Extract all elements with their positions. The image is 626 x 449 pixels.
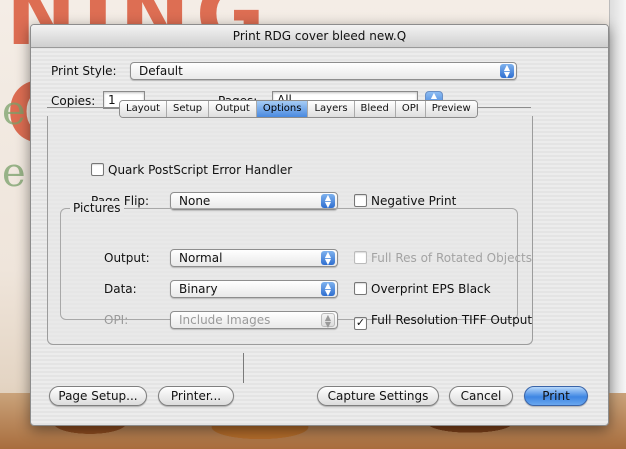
full-res-rotated-label: Full Res of Rotated Objects <box>371 251 533 265</box>
output-value: Normal <box>179 251 223 265</box>
chevron-updown-icon: ▲▼ <box>321 282 335 297</box>
button-separator <box>243 353 244 383</box>
tab-layout[interactable]: Layout <box>120 101 167 117</box>
negative-print-label: Negative Print <box>371 194 457 208</box>
overprint-eps-label: Overprint EPS Black <box>371 282 491 296</box>
data-label: Data: <box>104 282 137 296</box>
dialog-title: Print RDG cover bleed new.Q <box>31 25 608 48</box>
opi-label: OPI: <box>104 313 129 327</box>
background-letter: e <box>2 88 26 134</box>
output-label: Output: <box>104 251 150 265</box>
capture-settings-button[interactable]: Capture Settings <box>317 386 439 406</box>
negative-print-checkbox[interactable]: Negative Print <box>354 194 456 208</box>
tab-bar: Layout Setup Output Options Layers Bleed… <box>119 100 478 118</box>
data-popup[interactable]: Binary ▲ ▼ <box>170 280 338 298</box>
full-res-rotated-checkbox[interactable]: Full Res of Rotated Objects <box>354 251 532 265</box>
opi-value: Include Images <box>179 313 271 327</box>
print-style-popup[interactable]: Default ▲ ▼ <box>130 62 517 80</box>
page-setup-button[interactable]: Page Setup... <box>49 386 147 406</box>
tab-setup[interactable]: Setup <box>167 101 210 117</box>
printer-button[interactable]: Printer... <box>158 386 234 406</box>
chevron-updown-icon: ▲▼ <box>500 64 514 79</box>
cancel-button[interactable]: Cancel <box>449 386 513 406</box>
opi-popup[interactable]: Include Images ▲ ▼ <box>170 311 338 329</box>
print-style-label: Print Style: <box>51 64 117 78</box>
output-popup[interactable]: Normal ▲ ▼ <box>170 249 338 267</box>
checkbox-box <box>91 163 104 176</box>
error-handler-label: Quark PostScript Error Handler <box>108 163 293 177</box>
data-value: Binary <box>179 282 218 296</box>
full-res-tiff-label: Full Resolution TIFF Output <box>371 313 533 327</box>
page-flip-value: None <box>179 194 211 208</box>
chevron-updown-icon: ▲▼ <box>321 313 335 329</box>
tab-preview[interactable]: Preview <box>425 101 477 117</box>
tab-layers[interactable]: Layers <box>308 101 355 117</box>
error-handler-checkbox[interactable]: Quark PostScript Error Handler <box>91 163 292 177</box>
background-scrollbar <box>609 0 626 449</box>
chevron-updown-icon: ▲▼ <box>321 194 335 209</box>
checkbox-box <box>354 194 367 207</box>
chevron-updown-icon: ▲▼ <box>321 251 335 266</box>
checkbox-box <box>354 282 367 295</box>
print-style-value: Default <box>139 64 183 78</box>
pictures-group-title: Pictures <box>70 201 124 215</box>
full-res-tiff-checkbox[interactable]: ✓ Full Resolution TIFF Output <box>354 313 532 330</box>
tab-bleed[interactable]: Bleed <box>354 101 396 117</box>
tab-options[interactable]: Options <box>256 101 309 117</box>
checkmark-icon: ✓ <box>354 316 367 330</box>
copies-label: Copies: <box>51 94 96 108</box>
overprint-eps-checkbox[interactable]: Overprint EPS Black <box>354 282 491 296</box>
tab-output[interactable]: Output <box>209 101 257 117</box>
tab-opi[interactable]: OPI <box>395 101 426 117</box>
print-button[interactable]: Print <box>524 386 588 406</box>
background-letter: e <box>2 150 26 196</box>
checkbox-box <box>354 251 367 264</box>
